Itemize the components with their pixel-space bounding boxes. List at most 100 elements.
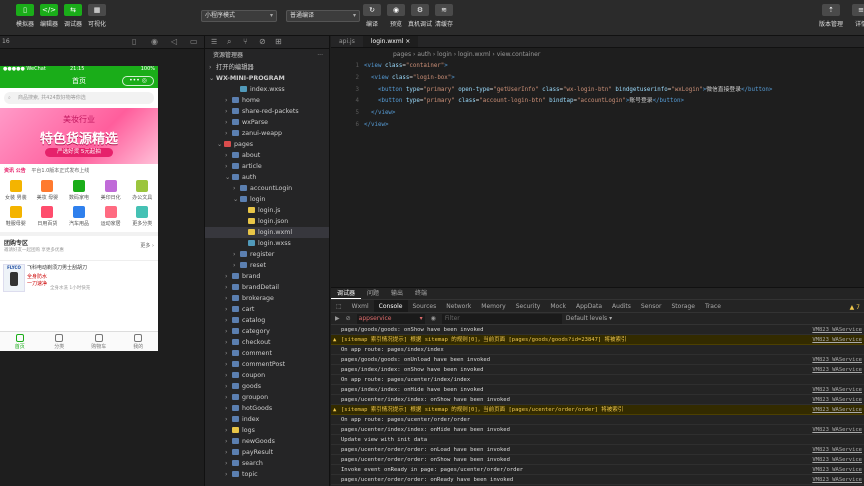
folder-item[interactable]: › article [205, 161, 329, 172]
search-icon[interactable]: ⌕ [227, 37, 231, 47]
panel-tab[interactable]: Audits [607, 300, 636, 312]
folder-item[interactable]: › accountLogin [205, 183, 329, 194]
folder-item[interactable]: › zanui-weapp [205, 128, 329, 139]
clear-console-icon[interactable]: ▶ [335, 315, 340, 322]
product-card[interactable]: FLYCO 飞科电动剃须刀男士刮胡刀 全身防水 一刀速净 全身水洗 1小时快充 [0, 260, 158, 296]
branch-icon[interactable]: ⑂ [243, 37, 248, 46]
tab-2[interactable]: 购物车 [79, 332, 119, 351]
tab-0[interactable]: 首页 [0, 332, 40, 351]
panel-tab[interactable]: Wxml [347, 300, 374, 312]
filter-input[interactable]: Filter [441, 313, 562, 324]
folder-item[interactable]: › catalog [205, 315, 329, 326]
project-root[interactable]: ⌄ WX-MINI-PROGRAM [205, 73, 329, 84]
folder-item[interactable]: › about [205, 150, 329, 161]
file-item[interactable]: login.js [205, 205, 329, 216]
category-item[interactable]: 美印日化 [95, 178, 127, 204]
record-icon[interactable]: ◉ [151, 37, 158, 46]
panel-tab[interactable]: Sources [408, 300, 442, 312]
panel-tab[interactable]: Security [511, 300, 546, 312]
file-item[interactable]: login.wxml [205, 227, 329, 238]
folder-item[interactable]: › home [205, 95, 329, 106]
category-item[interactable]: 鞋服母婴 [0, 204, 32, 230]
notice-bar[interactable]: 资讯 公告 平台1.0版本正式发布上线 [0, 166, 158, 176]
category-item[interactable]: 日用百货 [32, 204, 64, 230]
folder-item[interactable]: › brandDetail [205, 282, 329, 293]
phone-icon[interactable]: ▯ [132, 37, 136, 46]
breadcrumb[interactable]: pages › auth › login › login.wxml › view… [331, 48, 864, 61]
warning-badge[interactable]: ▲ 7 [850, 304, 860, 311]
folder-item[interactable]: › groupon [205, 392, 329, 403]
devtools-tab[interactable]: 问题 [361, 288, 385, 299]
panel-tab[interactable]: Mock [545, 300, 571, 312]
category-item[interactable]: 美妆 母婴 [32, 178, 64, 204]
folder-item[interactable]: › register [205, 249, 329, 260]
folder-item[interactable]: › share-red-packets [205, 106, 329, 117]
files-icon[interactable]: ☰ [211, 38, 217, 46]
panel-tab[interactable]: Console [373, 300, 408, 312]
folder-item[interactable]: › logs [205, 425, 329, 436]
panel-tab[interactable]: AppData [571, 300, 607, 312]
category-item[interactable]: 女装 男装 [0, 178, 32, 204]
debug-icon[interactable]: ⊘ [259, 37, 266, 46]
toolbar-button-0[interactable]: ⇡ 版本管理 [816, 4, 846, 28]
toolbar-button-3[interactable]: ▦ 可视化 [82, 4, 112, 28]
file-item[interactable]: index.wxss [205, 84, 329, 95]
folder-item[interactable]: › category [205, 326, 329, 337]
compile-select[interactable]: 普通编译 [286, 10, 360, 22]
log-source-link[interactable]: VM823_WAService [812, 425, 862, 435]
folder-item[interactable]: ⌄ auth [205, 172, 329, 183]
extensions-icon[interactable]: ⊞ [275, 37, 282, 46]
log-source-link[interactable]: VM823_WAService [812, 475, 862, 485]
more-icon[interactable]: ··· [317, 49, 323, 62]
category-item[interactable]: 汽车用品 [63, 204, 95, 230]
rotate-icon[interactable]: ▭ [190, 37, 198, 46]
block-icon[interactable]: ⊘ [346, 315, 351, 322]
folder-item[interactable]: › goods [205, 381, 329, 392]
panel-tab[interactable]: Network [441, 300, 476, 312]
log-source-link[interactable]: VM823_WAService [812, 365, 862, 375]
folder-item[interactable]: › brand [205, 271, 329, 282]
log-source-link[interactable]: VM823_WAService [812, 355, 862, 365]
file-item[interactable]: login.wxss [205, 238, 329, 249]
log-source-link[interactable]: VM823_WAService [812, 405, 862, 415]
folder-item[interactable]: ⌄ login [205, 194, 329, 205]
devtools-tab[interactable]: 调试器 [331, 288, 362, 299]
promo-banner[interactable]: 美妆行业 特色货源精选 严选好货 5元起拍 [0, 108, 158, 164]
toolbar-button-3[interactable]: ≋ 清缓存 [429, 4, 459, 28]
folder-item[interactable]: › cart [205, 304, 329, 315]
folder-item[interactable]: › brokerage [205, 293, 329, 304]
folder-item[interactable]: › reset [205, 260, 329, 271]
folder-item[interactable]: › wxParse [205, 117, 329, 128]
panel-tab[interactable]: Trace [700, 300, 726, 312]
volume-icon[interactable]: ◁ [171, 37, 177, 46]
search-input[interactable]: ⌕ 商品搜索, 共424款好物等你选 [4, 92, 154, 104]
close-icon[interactable]: × [403, 38, 410, 45]
panel-tab[interactable]: Memory [476, 300, 510, 312]
category-item[interactable]: 数码家电 [63, 178, 95, 204]
eye-icon[interactable]: ◉ [431, 315, 436, 322]
devtools-tab[interactable]: 输出 [385, 288, 409, 299]
context-select[interactable]: appservice ▾ [356, 313, 425, 324]
folder-item[interactable]: › search [205, 458, 329, 469]
tab-1[interactable]: 分类 [40, 332, 80, 351]
log-source-link[interactable]: VM823_WAService [812, 325, 862, 335]
log-source-link[interactable]: VM823_WAService [812, 385, 862, 395]
file-item[interactable]: login.json [205, 216, 329, 227]
log-source-link[interactable]: VM823_WAService [812, 465, 862, 475]
mode-select[interactable]: 小程序模式 [201, 10, 277, 22]
panel-tab[interactable]: Sensor [636, 300, 667, 312]
zoom-level[interactable]: 16 [2, 38, 10, 45]
folder-item[interactable]: › coupon [205, 370, 329, 381]
log-source-link[interactable]: VM823_WAService [812, 455, 862, 465]
folder-item[interactable]: › comment [205, 348, 329, 359]
levels-select[interactable]: Default levels [566, 315, 607, 322]
capsule-menu[interactable]: ••• ◎ [122, 76, 154, 86]
category-item[interactable]: 更多分类 [126, 204, 158, 230]
group-more-link[interactable]: 更多 › [140, 242, 154, 249]
folder-item[interactable]: › hotGoods [205, 403, 329, 414]
editor-tab-1[interactable]: login.wxml × [362, 36, 419, 47]
folder-item[interactable]: › commentPost [205, 359, 329, 370]
devtools-tab[interactable]: 终端 [409, 288, 433, 299]
folder-item[interactable]: › newGoods [205, 436, 329, 447]
code-area[interactable]: 1 <view class="container"> 2 <view class="… [331, 61, 864, 132]
